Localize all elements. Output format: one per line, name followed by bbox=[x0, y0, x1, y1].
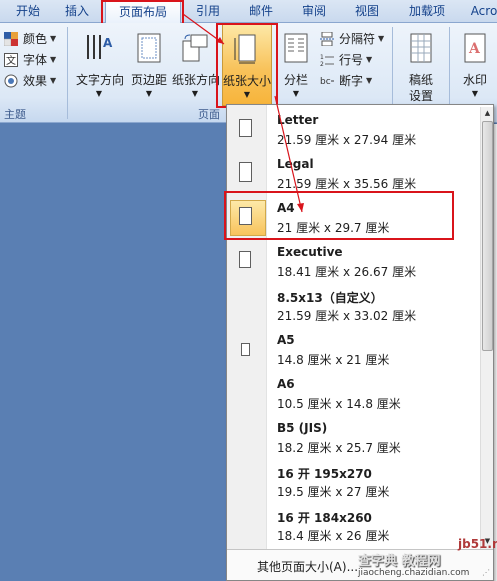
arrow-head-1 bbox=[216, 37, 224, 44]
watermark-url-text: jiaocheng.chazidian.com bbox=[358, 568, 470, 578]
arrow-line-1 bbox=[182, 13, 225, 45]
arrow-line-2 bbox=[274, 95, 303, 213]
annotation-arrows bbox=[182, 13, 304, 213]
watermark-brand-text: 查字典 教程网 bbox=[358, 554, 441, 569]
site-watermark: jb51.net 查字典 教程网 jiaocheng.chazidian.com bbox=[358, 522, 497, 581]
arrow-head-2 bbox=[297, 203, 304, 212]
watermark-site-text: jb51.net bbox=[458, 537, 497, 551]
